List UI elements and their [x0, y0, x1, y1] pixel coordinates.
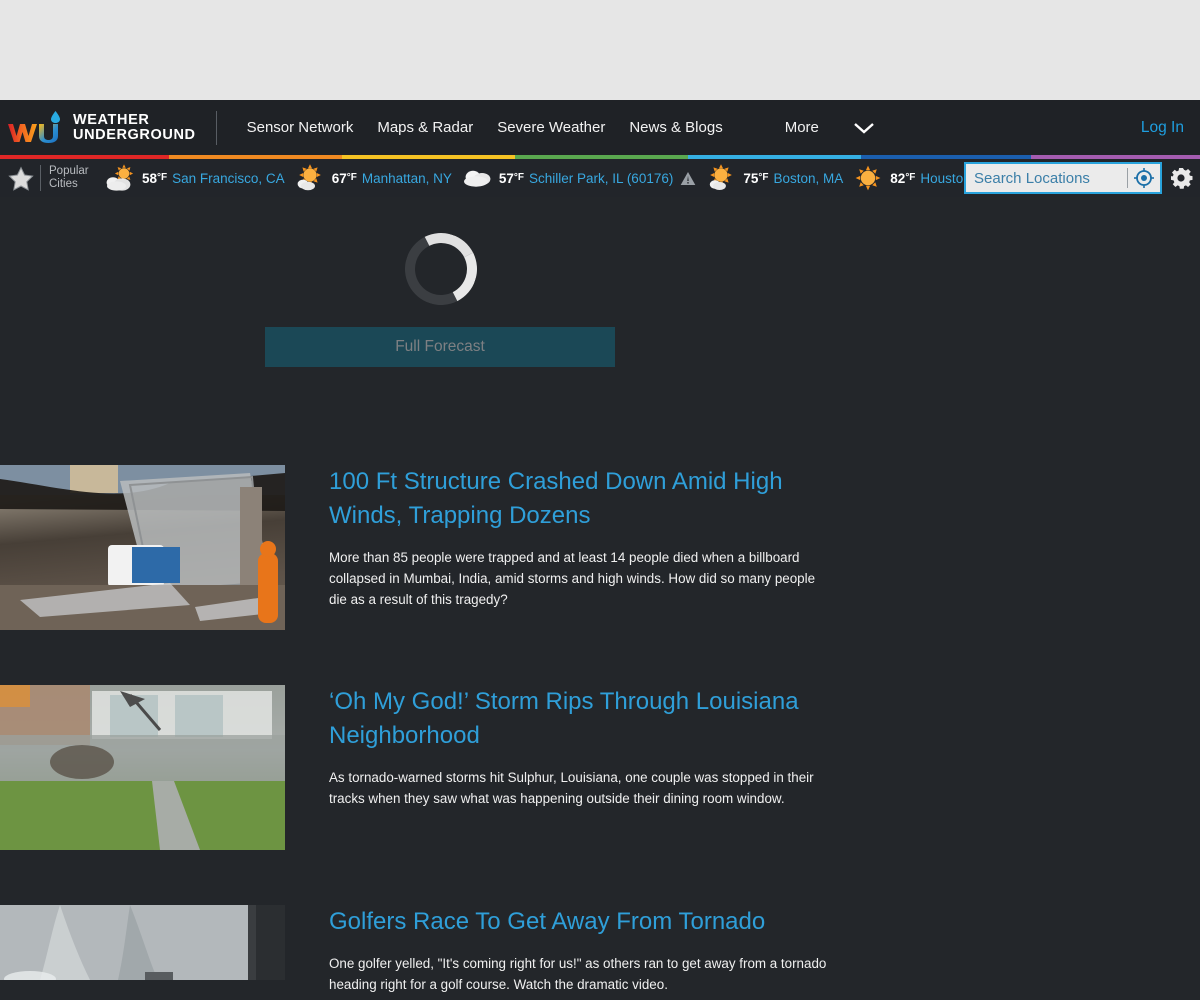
header-divider — [215, 110, 217, 145]
nav-item-more[interactable]: More — [773, 119, 831, 136]
weather-underground-wu-logo-icon — [8, 110, 60, 143]
site-logo[interactable]: WEATHER UNDERGROUND — [8, 100, 196, 155]
popular-cities-bar: Popular Cities 58°F San Francisco, CA 67… — [0, 159, 1200, 197]
nav-item-sensor-network[interactable]: Sensor Network — [235, 119, 366, 136]
article-text: Golfers Race To Get Away From Tornado On… — [285, 905, 875, 995]
article-text: ‘Oh My God!’ Storm Rips Through Louisian… — [285, 685, 875, 809]
article-description: As tornado-warned storms hit Sulphur, Lo… — [329, 770, 814, 806]
city-temp: 67°F — [331, 170, 357, 186]
city-item-san-francisco[interactable]: 58°F San Francisco, CA — [103, 164, 285, 192]
main-nav: Sensor Network Maps & Radar Severe Weath… — [235, 119, 875, 136]
nav-item-maps-radar[interactable]: Maps & Radar — [365, 119, 485, 136]
partly-cloudy-icon — [106, 164, 134, 191]
site-logo-text: WEATHER UNDERGROUND — [73, 111, 196, 143]
chevron-down-icon[interactable] — [853, 121, 875, 135]
article-thumbnail-tornado-golf-course[interactable] — [0, 905, 285, 980]
loading-spinner-icon — [395, 223, 487, 315]
search-locations-box[interactable] — [964, 162, 1162, 194]
city-item-boston[interactable]: 75°F Boston, MA — [704, 164, 843, 192]
page-root: WEATHER UNDERGROUND Sensor Network Maps … — [0, 100, 1200, 1000]
city-item-manhattan[interactable]: 67°F Manhattan, NY — [293, 164, 452, 192]
favorites-star-button[interactable] — [6, 163, 36, 193]
browser-chrome-blank-area — [0, 0, 1200, 100]
article-title[interactable]: Golfers Race To Get Away From Tornado — [329, 905, 835, 939]
city-item-schiller-park[interactable]: 57°F Schiller Park, IL (60176) — [460, 164, 696, 192]
nav-item-news-blogs[interactable]: News & Blogs — [617, 119, 734, 136]
mostly-sunny-icon — [710, 164, 733, 190]
cities-divider — [40, 165, 41, 191]
city-temp: 75°F — [743, 170, 769, 186]
article-text: 100 Ft Structure Crashed Down Amid High … — [285, 465, 875, 610]
gps-crosshair-icon[interactable] — [1128, 164, 1160, 192]
city-name: Manhattan, NY — [361, 170, 452, 186]
city-temp: 58°F — [142, 170, 168, 186]
star-icon — [8, 165, 34, 191]
full-forecast-button[interactable]: Full Forecast — [265, 327, 615, 367]
login-button[interactable]: Log In — [1141, 119, 1184, 137]
article-description: More than 85 people were trapped and at … — [329, 550, 816, 607]
city-temp: 57°F — [498, 170, 525, 186]
logo-line-2: UNDERGROUND — [73, 126, 196, 143]
site-header: WEATHER UNDERGROUND Sensor Network Maps … — [0, 100, 1200, 155]
city-name: Boston, MA — [773, 170, 844, 186]
article-item: Golfers Race To Get Away From Tornado On… — [0, 905, 1200, 995]
mostly-sunny-icon — [297, 164, 321, 191]
article-thumbnail-storm-neighborhood[interactable] — [0, 685, 285, 850]
city-temp: 82°F — [890, 170, 916, 186]
nav-item-severe-weather[interactable]: Severe Weather — [485, 119, 617, 136]
popular-cities-label: Popular Cities — [49, 165, 95, 191]
cloudy-icon — [463, 170, 491, 187]
forecast-panel: Full Forecast — [0, 197, 1200, 367]
article-description: One golfer yelled, "It's coming right fo… — [329, 956, 827, 992]
gear-icon — [1171, 168, 1193, 189]
article-title[interactable]: ‘Oh My God!’ Storm Rips Through Louisian… — [329, 685, 835, 753]
article-title[interactable]: 100 Ft Structure Crashed Down Amid High … — [329, 465, 835, 533]
popular-cities-label-line1: Popular — [49, 165, 89, 177]
warning-triangle-icon[interactable] — [680, 171, 696, 186]
article-list: 100 Ft Structure Crashed Down Amid High … — [0, 465, 1200, 995]
settings-button[interactable] — [1168, 165, 1194, 191]
city-name: San Francisco, CA — [172, 170, 285, 186]
logo-line-1: WEATHER — [73, 111, 150, 128]
article-item: 100 Ft Structure Crashed Down Amid High … — [0, 465, 1200, 630]
article-thumbnail-collapsed-billboard[interactable] — [0, 465, 285, 630]
sunny-icon — [855, 165, 881, 191]
popular-cities-label-line2: Cities — [49, 178, 78, 190]
city-name: Schiller Park, IL (60176) — [529, 170, 674, 186]
article-item: ‘Oh My God!’ Storm Rips Through Louisian… — [0, 685, 1200, 850]
search-input[interactable] — [966, 169, 1127, 187]
